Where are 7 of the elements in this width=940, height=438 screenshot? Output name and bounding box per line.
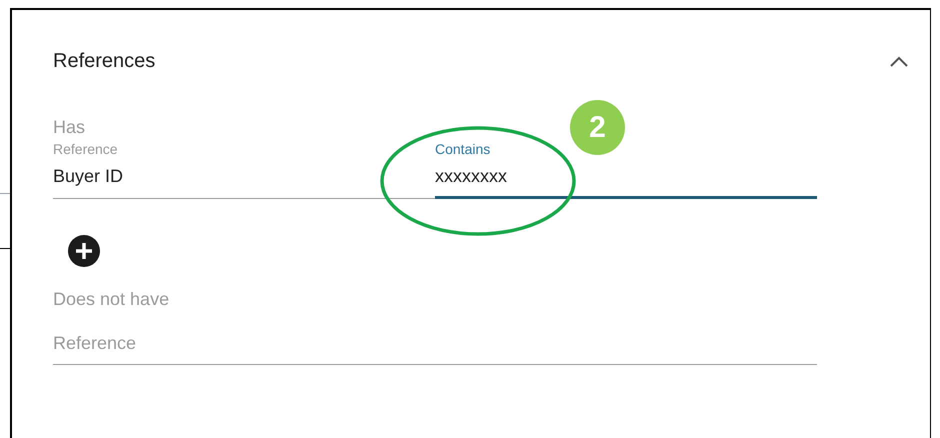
reference-field[interactable]: Reference Buyer ID: [53, 137, 435, 199]
reference-field[interactable]: Reference: [53, 332, 817, 365]
group-label: Does not have: [53, 288, 170, 310]
group-label: Has: [53, 117, 86, 137]
add-icon[interactable]: [68, 235, 100, 267]
section-title: References: [53, 49, 156, 73]
chevron-icon[interactable]: [890, 56, 908, 66]
